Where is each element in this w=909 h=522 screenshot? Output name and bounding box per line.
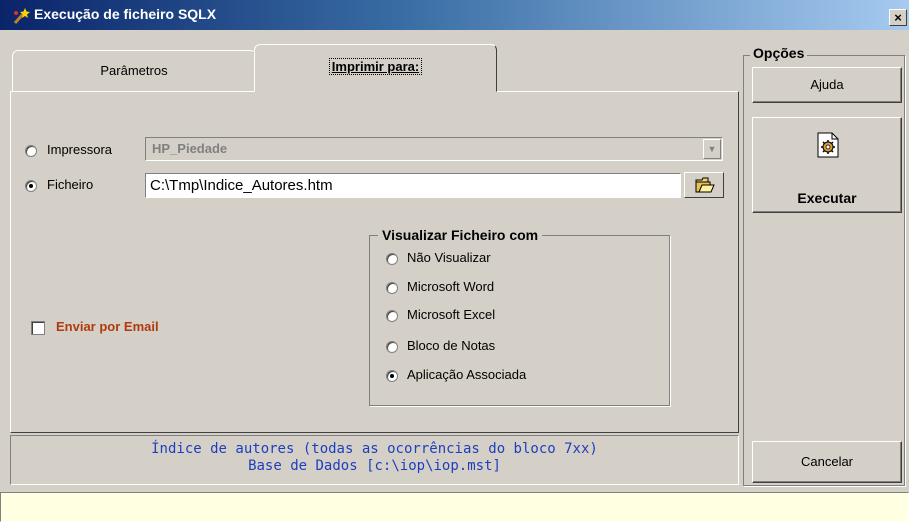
execute-button[interactable]: Executar [752,117,902,213]
execute-label: Executar [797,190,857,206]
tab-parametros-label: Parâmetros [100,63,168,78]
opcoes-group-title: Opções [750,45,808,61]
bloco-de-notas-label: Bloco de Notas [407,338,496,353]
close-button[interactable]: × [889,9,907,26]
execute-script-icon [817,132,839,158]
title-bar[interactable]: Execução de ficheiro SQLX × [0,0,909,30]
open-folder-icon [695,177,715,193]
radio-bloco-de-notas[interactable] [386,341,398,353]
radio-aplicacao-associada[interactable] [386,370,398,382]
window-title: Execução de ficheiro SQLX [34,6,217,22]
info-line-1: Índice de autores (todas as ocorrências … [151,441,598,457]
nao-visualizar-label: Não Visualizar [407,250,491,265]
microsoft-word-label: Microsoft Word [407,279,495,294]
radio-ficheiro[interactable] [25,180,37,192]
visualizar-group-title: Visualizar Ficheiro com [378,227,543,243]
printer-select-value: HP_Piedade [152,141,228,156]
email-label: Enviar por Email [56,319,159,334]
help-button[interactable]: Ajuda [752,67,902,103]
file-path-input[interactable]: C:\Tmp\Indice_Autores.htm [145,173,681,198]
radio-microsoft-word[interactable] [386,282,398,294]
browse-folder-button[interactable] [684,172,724,198]
tab-imprimir-para[interactable]: Imprimir para: [254,44,497,92]
radio-microsoft-excel[interactable] [386,310,398,322]
tab-parametros[interactable]: Parâmetros [12,50,256,92]
status-bar [0,492,909,522]
microsoft-excel-label: Microsoft Excel [407,307,496,322]
tab-imprimir-para-label: Imprimir para: [328,58,423,75]
impressora-label: Impressora [47,142,113,157]
info-line-2: Base de Dados [c:\iop\iop.mst] [248,458,501,474]
ficheiro-label: Ficheiro [47,177,94,192]
cancel-button[interactable]: Cancelar [752,441,902,483]
sqlx-wand-icon [13,8,30,25]
radio-impressora[interactable] [25,145,37,157]
radio-nao-visualizar[interactable] [386,253,398,265]
file-path-value: C:\Tmp\Indice_Autores.htm [150,177,333,194]
aplicacao-associada-label: Aplicação Associada [407,367,527,382]
chevron-down-icon[interactable]: ▼ [703,139,721,159]
info-panel: Índice de autores (todas as ocorrências … [10,435,739,485]
email-checkbox[interactable] [31,321,45,335]
printer-select[interactable]: HP_Piedade ▼ [145,137,723,161]
